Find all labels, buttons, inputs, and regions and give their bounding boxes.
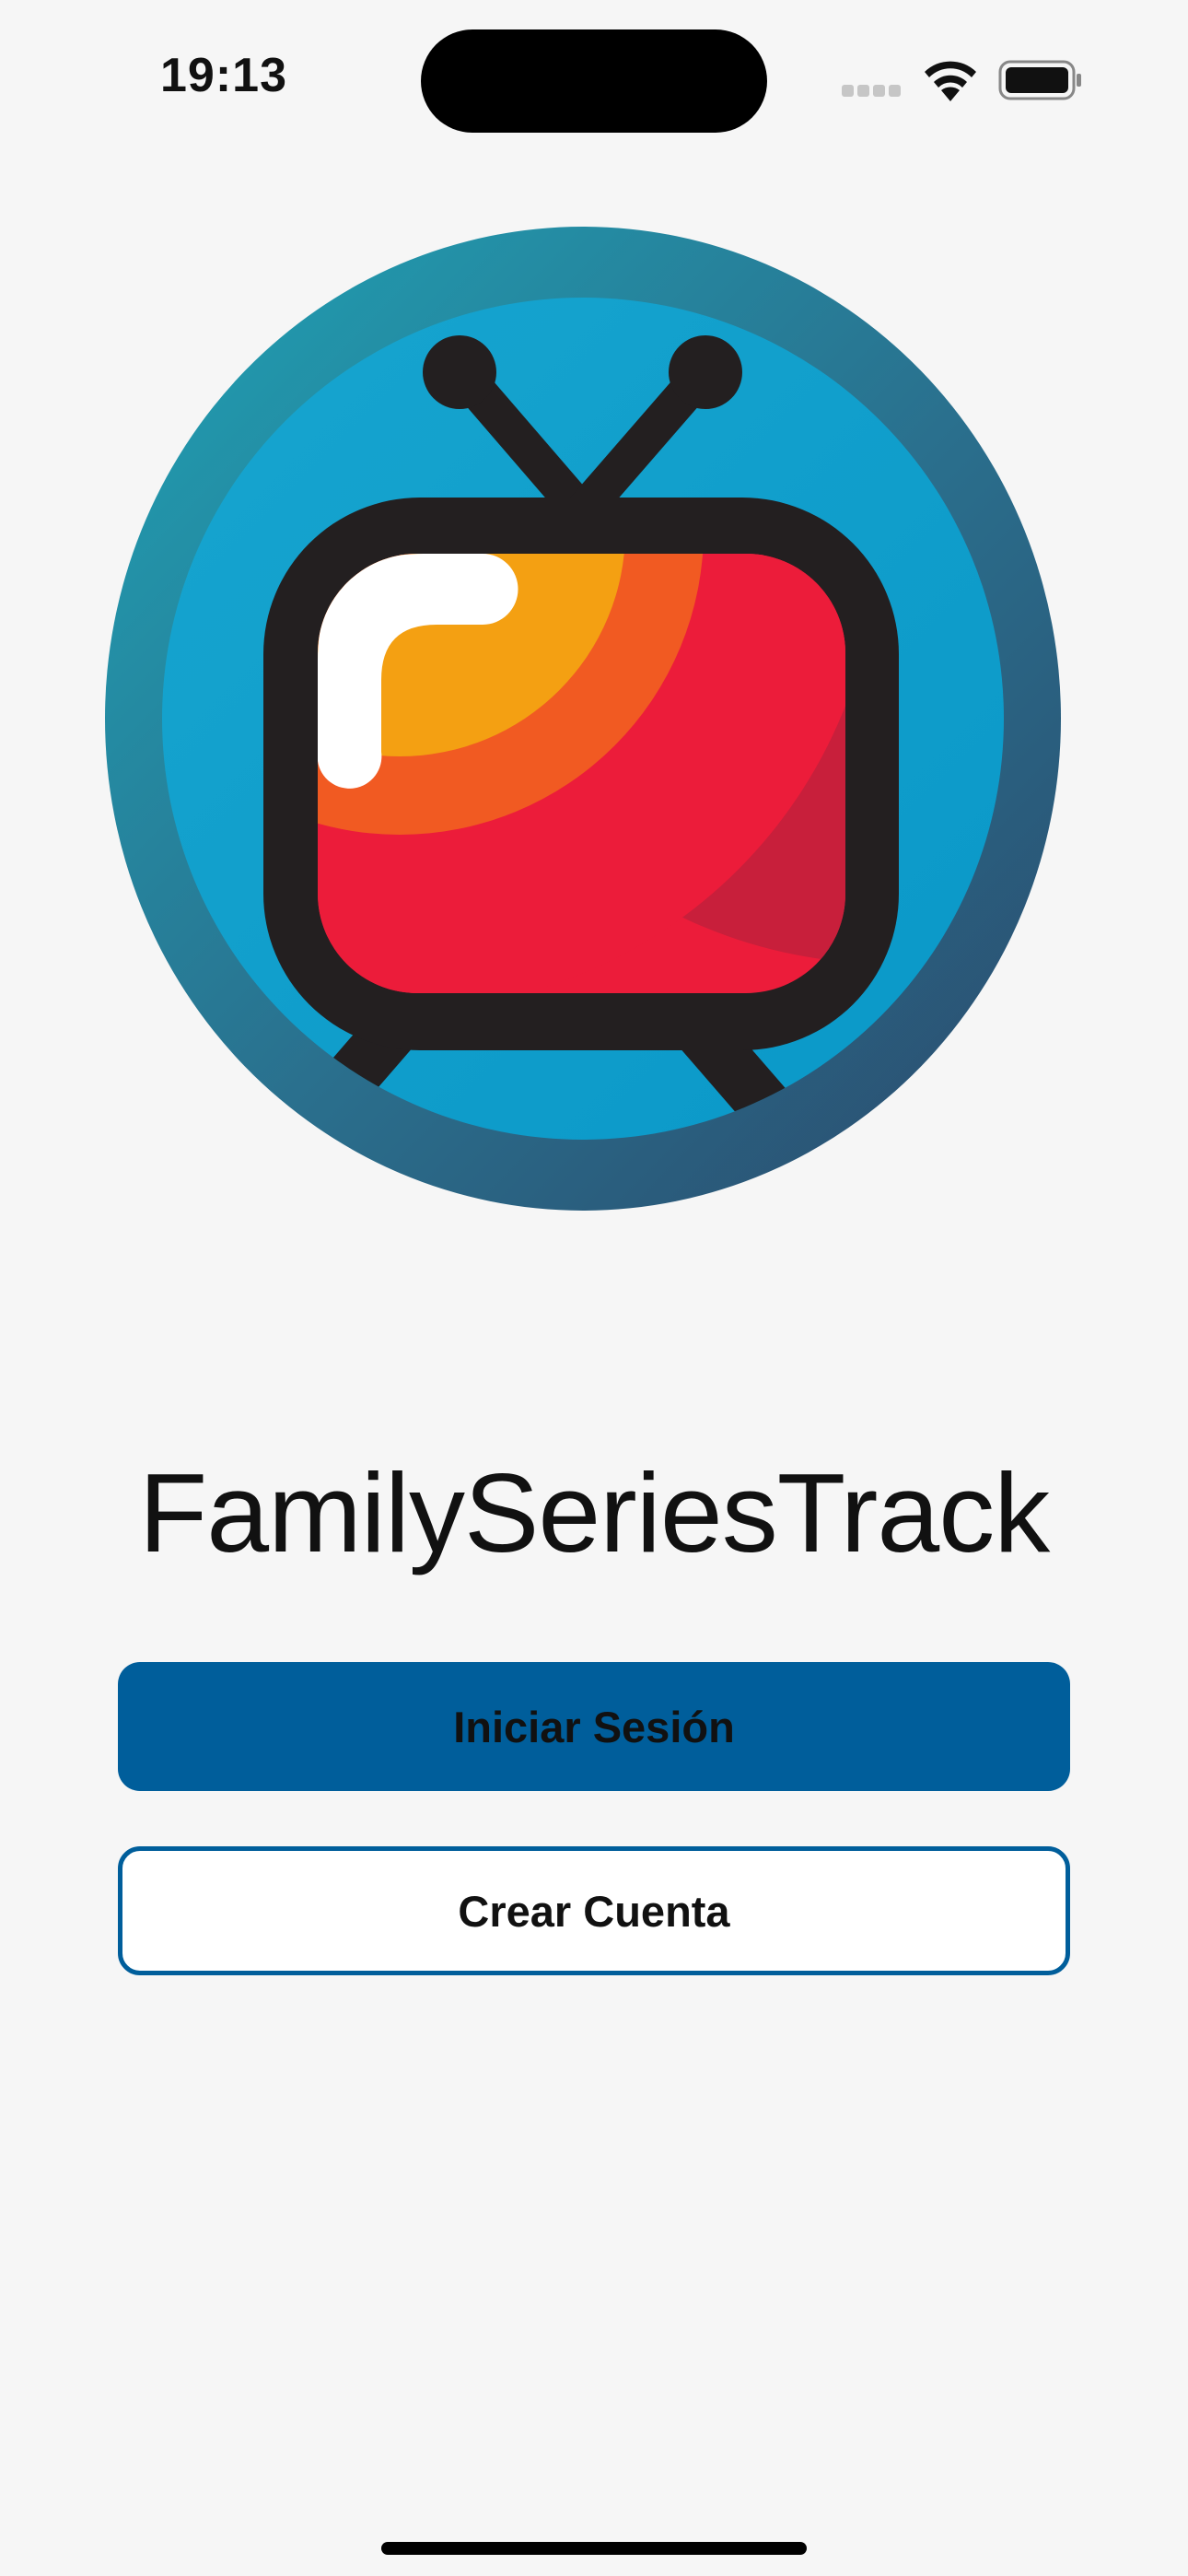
dynamic-island: [421, 29, 767, 133]
login-button-label: Iniciar Sesión: [453, 1702, 735, 1751]
status-time: 19:13: [160, 49, 287, 102]
cellular-signal-icon: [842, 85, 906, 98]
create-account-button-label: Crear Cuenta: [458, 1886, 730, 1936]
app-title: FamilySeriesTrack: [138, 1450, 1051, 1575]
login-button[interactable]: Iniciar Sesión: [118, 1662, 1070, 1791]
retro-tv-logo-icon: [105, 227, 1061, 1211]
home-indicator[interactable]: [381, 2542, 807, 2555]
battery-icon: [998, 60, 1081, 100]
status-bar: 19:13: [0, 0, 1188, 166]
create-account-button[interactable]: Crear Cuenta: [118, 1846, 1070, 1975]
wifi-icon: [925, 61, 976, 101]
